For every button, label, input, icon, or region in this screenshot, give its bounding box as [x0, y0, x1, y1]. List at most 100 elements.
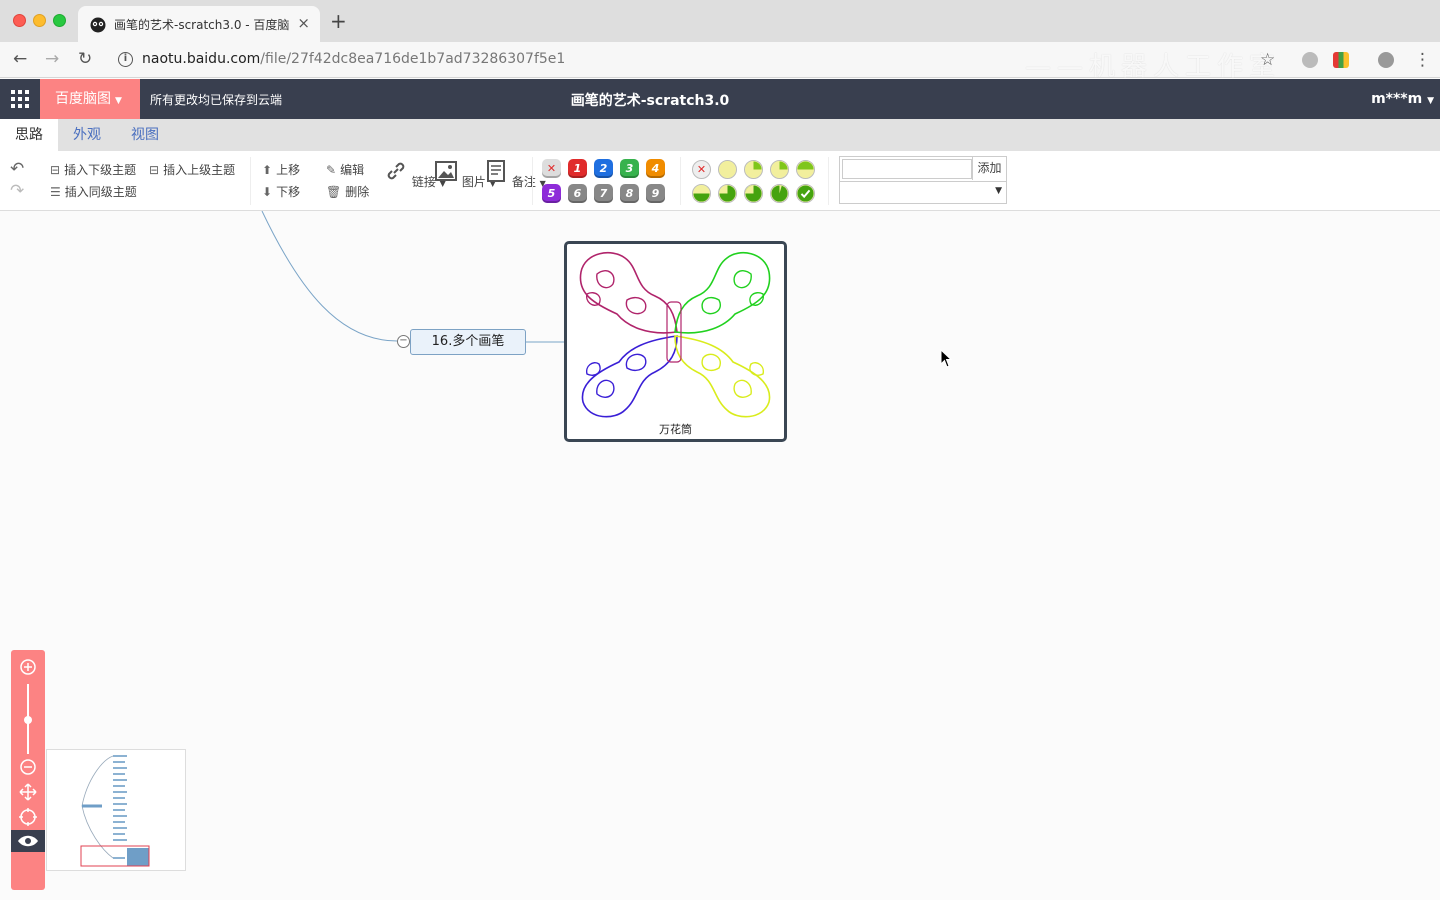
user-name: m***m	[1371, 91, 1423, 107]
remove-progress-icon[interactable]: ✕	[692, 160, 711, 179]
delete-label: 删除	[345, 185, 370, 199]
tab-idea[interactable]: 思路	[0, 119, 58, 151]
insert-child-button[interactable]: ⊟ 插入下级主题	[50, 161, 136, 178]
progress-done-icon[interactable]	[796, 184, 815, 203]
link-icon	[387, 162, 405, 180]
url-path: /file/27f42dc8ea716de1b7ad73286307f5e1	[260, 51, 566, 67]
progress-2-icon[interactable]	[770, 160, 789, 179]
undo-icon[interactable]: ↶	[10, 159, 24, 179]
resource-input[interactable]	[842, 159, 972, 179]
zoom-out-icon[interactable]	[18, 757, 38, 777]
mindmap-node[interactable]: 16.多个画笔	[410, 329, 526, 355]
tab-close-icon[interactable]: ×	[297, 14, 310, 32]
tab-appearance[interactable]: 外观	[58, 119, 116, 151]
back-arrow-icon[interactable]: ←	[13, 50, 27, 68]
document-title[interactable]: 画笔的艺术-scratch3.0	[0, 90, 1300, 110]
url-field[interactable]: naotu.baidu.com/file/27f42dc8ea716de1b7a…	[142, 51, 565, 67]
pencil-icon: ✎	[326, 163, 337, 177]
app-header: 百度脑图 ▼ 所有更改均已保存到云端 画笔的艺术-scratch3.0 m***m…	[0, 79, 1440, 119]
image-node[interactable]: 万花筒	[564, 241, 787, 442]
insert-parent-label: 插入上级主题	[163, 163, 236, 177]
priority-8-icon[interactable]: 8	[620, 184, 639, 203]
toolbar: ↶ ↷ ⊟ 插入下级主题 ⊟ 插入上级主题 ☰ 插入同级主题 ⬆ 上移 ⬇ 下移 ✎ 编辑 …	[0, 151, 1440, 211]
toolbar-divider	[680, 157, 681, 205]
bookmark-star-icon[interactable]: ☆	[1260, 50, 1275, 70]
mouse-cursor-icon	[940, 349, 953, 368]
priority-1-icon[interactable]: 1	[568, 159, 587, 178]
delete-button[interactable]: 🗑 删除	[326, 183, 369, 200]
toolbar-divider	[250, 157, 251, 205]
caret-down-icon: ▼	[1427, 96, 1434, 106]
progress-1-icon[interactable]	[744, 160, 763, 179]
minimap-preview	[80, 755, 150, 867]
user-menu-button[interactable]: m***m ▼	[1371, 91, 1434, 107]
edit-button[interactable]: ✎ 编辑	[326, 161, 364, 178]
redo-icon[interactable]: ↷	[10, 181, 24, 201]
browser-tab[interactable]: 画笔的艺术-scratch3.0 - 百度脑 ×	[78, 6, 320, 42]
resource-panel: 添加 ▼	[839, 156, 1007, 204]
priority-9-icon[interactable]: 9	[646, 184, 665, 203]
priority-2-icon[interactable]: 2	[594, 159, 613, 178]
zoom-panel	[11, 650, 45, 890]
link-label: 链接	[411, 175, 436, 189]
progress-7-icon[interactable]	[770, 184, 789, 203]
image-caption: 万花筒	[659, 423, 692, 436]
zoom-slider-knob[interactable]	[24, 716, 32, 724]
move-down-label: 下移	[276, 185, 301, 199]
site-info-icon[interactable]: i	[118, 52, 133, 67]
priority-6-icon[interactable]: 6	[568, 184, 587, 203]
resource-dropdown[interactable]: ▼	[840, 181, 1006, 203]
maximize-window-button[interactable]	[53, 14, 66, 27]
insert-child-icon: ⊟	[50, 163, 61, 177]
menu-tabs: 思路 外观 视图	[0, 119, 1440, 151]
zoom-in-icon[interactable]	[18, 657, 38, 677]
edit-label: 编辑	[340, 163, 365, 177]
minimize-window-button[interactable]	[33, 14, 46, 27]
progress-5-icon[interactable]	[718, 184, 737, 203]
new-tab-button[interactable]: +	[330, 11, 347, 31]
watermark-text: ——机器人工作室	[1025, 52, 1282, 82]
navigator-toggle[interactable]	[11, 830, 45, 852]
tab-title: 画笔的艺术-scratch3.0 - 百度脑	[114, 18, 290, 32]
arrow-down-icon: ⬇	[262, 185, 273, 199]
insert-parent-icon: ⊟	[149, 163, 160, 177]
insert-parent-button[interactable]: ⊟ 插入上级主题	[149, 161, 235, 178]
note-button[interactable]: 备注 ▼	[484, 159, 546, 190]
remove-priority-icon[interactable]: ✕	[542, 159, 561, 178]
move-down-button[interactable]: ⬇ 下移	[262, 183, 300, 200]
trash-icon: 🗑	[326, 185, 342, 199]
forward-arrow-icon[interactable]: →	[45, 50, 59, 68]
priority-5-icon[interactable]: 5	[542, 184, 561, 203]
move-canvas-icon[interactable]	[18, 782, 38, 802]
reload-icon[interactable]: ↻	[78, 50, 92, 68]
profile-avatar-icon[interactable]	[1378, 52, 1394, 68]
tab-view[interactable]: 视图	[116, 119, 174, 151]
arrow-up-icon: ⬆	[262, 163, 273, 177]
url-domain: naotu.baidu.com	[142, 51, 261, 67]
move-up-button[interactable]: ⬆ 上移	[262, 161, 300, 178]
progress-6-icon[interactable]	[744, 184, 763, 203]
extension-icon[interactable]	[1333, 52, 1349, 68]
minimap[interactable]	[46, 749, 186, 871]
close-window-button[interactable]	[13, 14, 26, 27]
collapse-toggle-icon[interactable]: −	[397, 335, 410, 348]
priority-4-icon[interactable]: 4	[646, 159, 665, 178]
browser-titlebar: 画笔的艺术-scratch3.0 - 百度脑 × +	[0, 0, 1440, 42]
priority-3-icon[interactable]: 3	[620, 159, 639, 178]
insert-sibling-icon: ☰	[50, 185, 61, 199]
progress-4-icon[interactable]	[692, 184, 711, 203]
insert-sibling-button[interactable]: ☰ 插入同级主题	[50, 183, 137, 200]
extension-icon[interactable]	[1302, 52, 1318, 68]
progress-3-icon[interactable]	[796, 160, 815, 179]
locate-center-icon[interactable]	[18, 807, 38, 827]
insert-child-label: 插入下级主题	[64, 163, 137, 177]
resource-add-button[interactable]: 添加	[972, 157, 1006, 180]
mindmap-canvas[interactable]: − 16.多个画笔 万花筒	[0, 211, 1440, 900]
progress-0-icon[interactable]	[718, 160, 737, 179]
note-icon	[487, 160, 505, 182]
browser-menu-icon[interactable]: ⋮	[1414, 50, 1431, 70]
priority-7-icon[interactable]: 7	[594, 184, 613, 203]
insert-sibling-label: 插入同级主题	[64, 185, 137, 199]
image-icon	[435, 161, 457, 181]
address-bar: ← → ↻ i naotu.baidu.com/file/27f42dc8ea7…	[0, 42, 1440, 82]
